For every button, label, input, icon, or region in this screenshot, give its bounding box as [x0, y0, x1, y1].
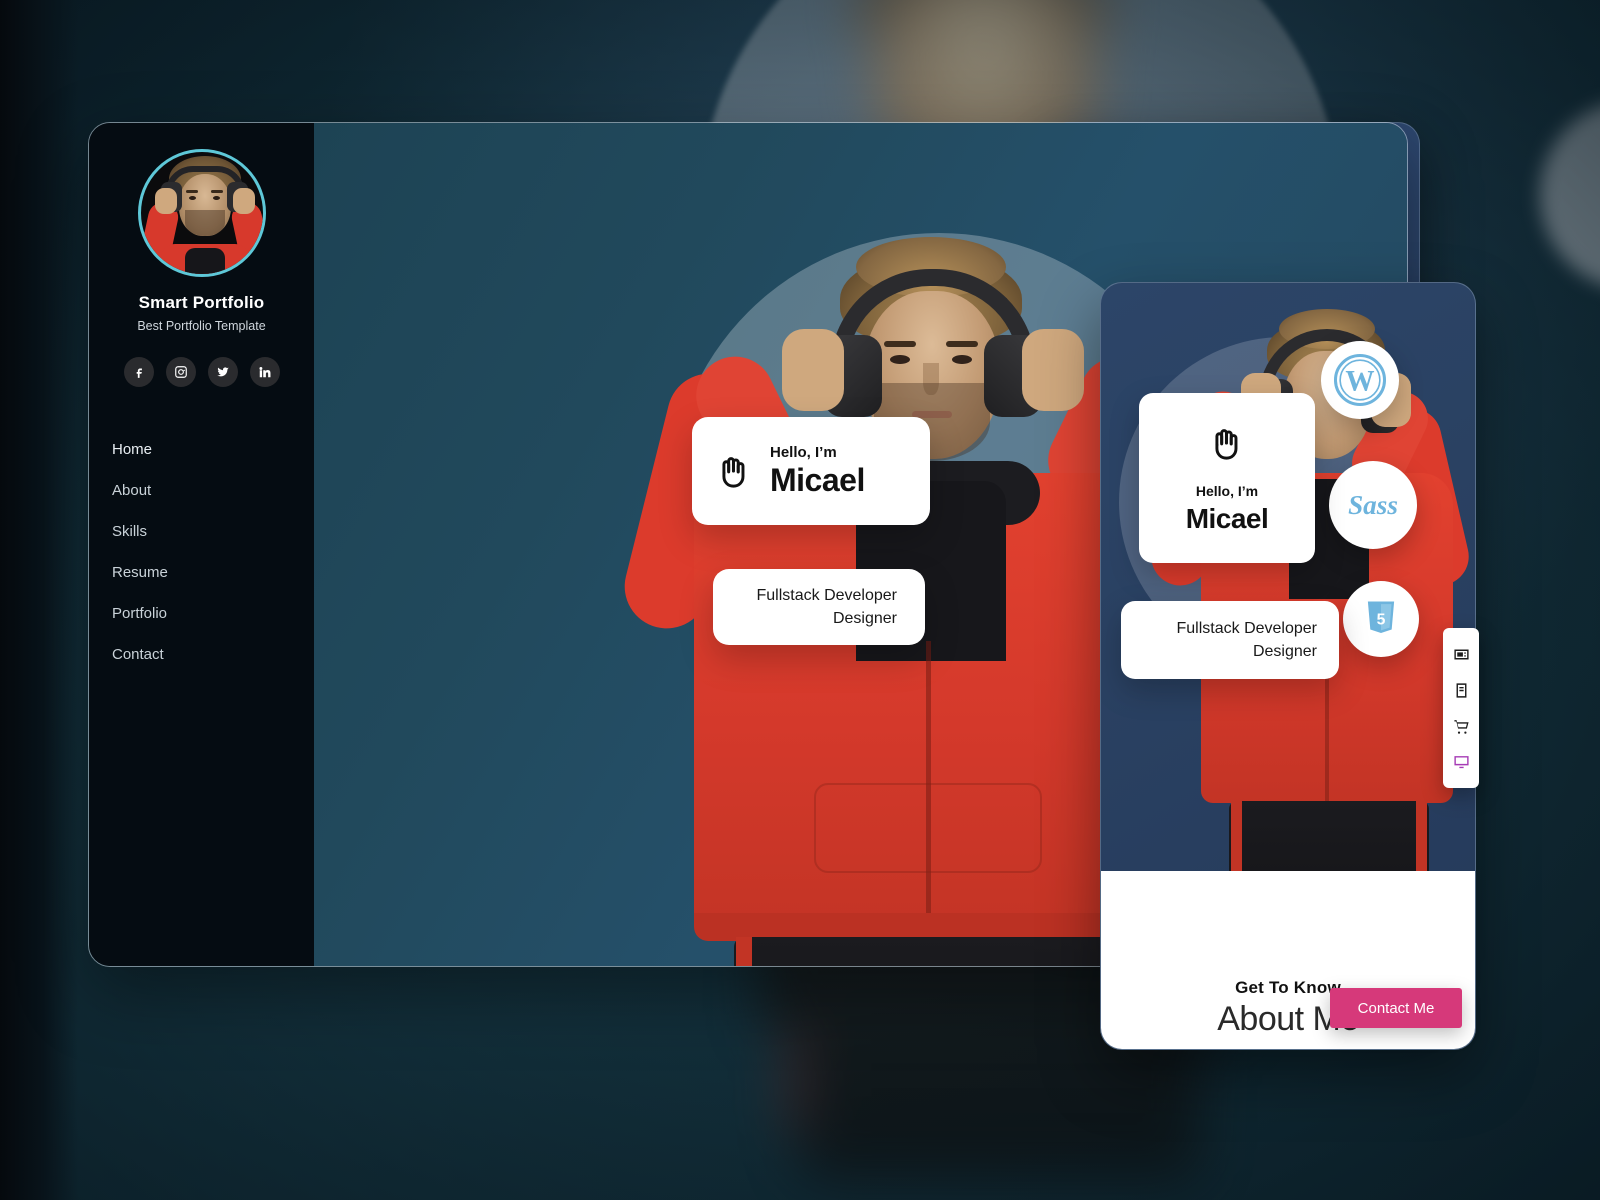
mobile-hero-name: Micael	[1185, 503, 1269, 534]
hero-role-line-1: Fullstack Developer	[756, 586, 898, 604]
linkedin-icon[interactable]	[249, 357, 280, 387]
floating-toolbar[interactable]	[1443, 628, 1479, 788]
svg-text:W: W	[1345, 366, 1374, 398]
hero-greeting-text: Hello, I’m	[770, 443, 837, 461]
instagram-icon[interactable]	[165, 357, 196, 387]
sass-icon: Sass	[1329, 461, 1417, 549]
book-icon[interactable]	[1451, 680, 1471, 700]
social-links	[89, 357, 314, 387]
sidebar-item-about[interactable]: About	[112, 470, 314, 511]
hero-greeting-card: Hello, I’m Micael	[692, 417, 930, 525]
waving-hand-icon	[1205, 421, 1249, 465]
sidebar-item-resume[interactable]: Resume	[112, 552, 314, 593]
slide-card-icon[interactable]	[1451, 644, 1471, 664]
facebook-icon[interactable]	[123, 357, 154, 387]
mobile-preview-panel[interactable]: W Sass 5 Hello, I’m Micael Fullstack Dev…	[1100, 282, 1476, 1050]
avatar[interactable]	[137, 149, 266, 277]
cart-icon[interactable]	[1451, 716, 1471, 736]
sidebar-item-portfolio[interactable]: Portfolio	[112, 593, 314, 634]
hero-role-line-2: Designer	[832, 610, 897, 627]
hero-name: Micael	[770, 461, 865, 498]
background-left-shade	[0, 0, 78, 1200]
mobile-greeting-text: Hello, I’m	[1195, 483, 1259, 499]
brand-subtitle: Best Portfolio Template	[137, 319, 266, 333]
mobile-role-line-2: Designer	[1252, 643, 1317, 660]
waving-hand-icon	[712, 449, 756, 493]
mobile-role-card: Fullstack Developer Designer	[1121, 601, 1339, 679]
wordpress-icon: W	[1321, 341, 1399, 419]
svg-text:5: 5	[1377, 611, 1386, 628]
sidebar: Smart Portfolio Best Portfolio Template …	[89, 123, 314, 966]
svg-text:Sass: Sass	[1348, 490, 1398, 520]
about-kicker: Get To Know	[1235, 978, 1341, 997]
hero-role-card: Fullstack Developer Designer	[713, 569, 925, 645]
sidebar-item-contact[interactable]: Contact	[112, 634, 314, 675]
brand-title: Smart Portfolio	[138, 293, 265, 312]
twitter-icon[interactable]	[207, 357, 238, 387]
mobile-role-line-1: Fullstack Developer	[1176, 619, 1318, 637]
contact-me-button[interactable]: Contact Me	[1330, 988, 1462, 1028]
html5-icon: 5	[1343, 581, 1419, 657]
sidebar-item-home[interactable]: Home	[112, 429, 314, 470]
mobile-greeting-card: Hello, I’m Micael	[1139, 393, 1315, 563]
sidebar-nav: Home About Skills Resume Portfolio Conta…	[89, 429, 314, 675]
sidebar-item-skills[interactable]: Skills	[112, 511, 314, 552]
monitor-icon[interactable]	[1451, 752, 1471, 772]
